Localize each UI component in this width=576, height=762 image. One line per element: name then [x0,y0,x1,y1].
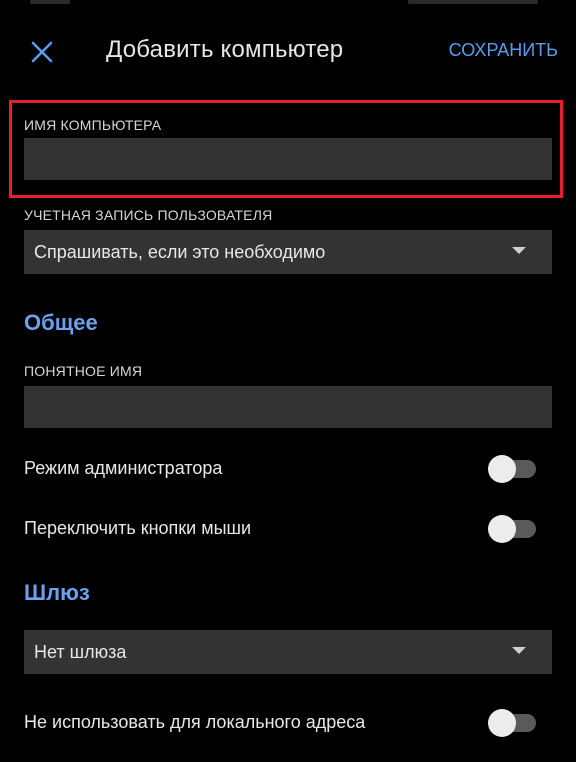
bypass-local-label: Не использовать для локального адреса [24,712,366,732]
computer-name-label: ИМЯ КОМПЬЮТЕРА [24,117,162,133]
section-general-header: Общее [24,310,98,335]
close-icon [31,41,53,63]
gateway-value: Нет шлюза [34,642,127,662]
gateway-select[interactable]: Нет шлюза [24,630,552,674]
swap-mouse-label: Переключить кнопки мыши [24,518,252,538]
bypass-local-toggle[interactable] [488,709,538,737]
user-account-value: Спрашивать, если это необходимо [34,242,326,262]
toggle-knob [488,455,516,483]
friendly-name-input[interactable] [24,386,552,428]
dropdown-arrow-icon [512,247,526,254]
toggle-knob [488,515,516,543]
save-button[interactable]: СОХРАНИТЬ [449,40,558,61]
friendly-name-label: ПОНЯТНОЕ ИМЯ [24,363,143,379]
toggle-knob [488,709,516,737]
swap-mouse-toggle[interactable] [488,515,538,543]
computer-name-input[interactable] [24,138,552,180]
user-account-label: УЧЕТНАЯ ЗАПИСЬ ПОЛЬЗОВАТЕЛЯ [24,207,273,223]
admin-mode-toggle[interactable] [488,455,538,483]
admin-mode-label: Режим администратора [24,458,223,478]
user-account-select[interactable]: Спрашивать, если это необходимо [24,230,552,274]
dropdown-arrow-icon [512,647,526,654]
section-gateway-header: Шлюз [24,580,90,605]
close-button[interactable] [24,36,60,68]
app-bar: Добавить компьютер СОХРАНИТЬ [0,0,576,100]
page-title: Добавить компьютер [106,36,344,63]
